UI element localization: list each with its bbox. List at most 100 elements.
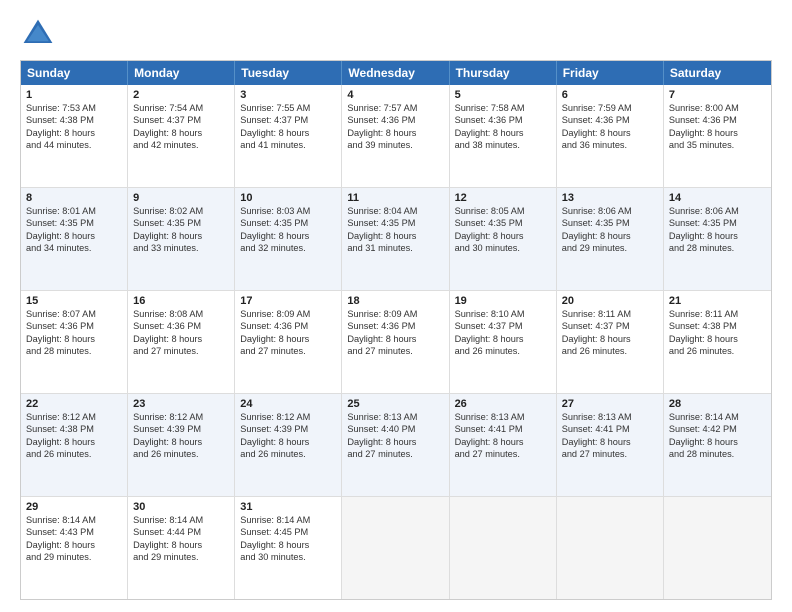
day-cell-11: 11Sunrise: 8:04 AMSunset: 4:35 PMDayligh…	[342, 188, 449, 290]
day-info-line: Daylight: 8 hours	[240, 539, 336, 551]
day-info-line: Sunrise: 8:12 AM	[26, 411, 122, 423]
day-info-line: Sunset: 4:38 PM	[26, 423, 122, 435]
day-info-line: Sunset: 4:37 PM	[240, 114, 336, 126]
day-info-line: Sunrise: 8:00 AM	[669, 102, 766, 114]
day-info-line: Sunrise: 7:54 AM	[133, 102, 229, 114]
day-number: 7	[669, 89, 766, 101]
empty-cell	[342, 497, 449, 599]
empty-cell	[450, 497, 557, 599]
day-number: 31	[240, 501, 336, 513]
day-number: 25	[347, 398, 443, 410]
calendar-row-4: 22Sunrise: 8:12 AMSunset: 4:38 PMDayligh…	[21, 394, 771, 497]
day-info-line: Sunrise: 8:04 AM	[347, 205, 443, 217]
day-info-line: Daylight: 8 hours	[455, 333, 551, 345]
day-number: 22	[26, 398, 122, 410]
day-info-line: and 35 minutes.	[669, 139, 766, 151]
day-cell-25: 25Sunrise: 8:13 AMSunset: 4:40 PMDayligh…	[342, 394, 449, 496]
day-cell-1: 1Sunrise: 7:53 AMSunset: 4:38 PMDaylight…	[21, 85, 128, 187]
day-header-thursday: Thursday	[450, 61, 557, 85]
day-info-line: and 28 minutes.	[669, 448, 766, 460]
day-number: 27	[562, 398, 658, 410]
day-info-line: and 34 minutes.	[26, 242, 122, 254]
day-info-line: and 28 minutes.	[669, 242, 766, 254]
day-number: 19	[455, 295, 551, 307]
day-info-line: Daylight: 8 hours	[240, 127, 336, 139]
day-info-line: Daylight: 8 hours	[133, 127, 229, 139]
day-number: 6	[562, 89, 658, 101]
day-info-line: and 38 minutes.	[455, 139, 551, 151]
day-number: 15	[26, 295, 122, 307]
day-cell-22: 22Sunrise: 8:12 AMSunset: 4:38 PMDayligh…	[21, 394, 128, 496]
day-info-line: Daylight: 8 hours	[240, 230, 336, 242]
day-number: 21	[669, 295, 766, 307]
day-number: 4	[347, 89, 443, 101]
day-info-line: and 27 minutes.	[455, 448, 551, 460]
day-info-line: and 26 minutes.	[240, 448, 336, 460]
day-info-line: Sunrise: 8:07 AM	[26, 308, 122, 320]
day-info-line: Daylight: 8 hours	[26, 539, 122, 551]
day-info-line: Sunrise: 8:06 AM	[562, 205, 658, 217]
day-cell-9: 9Sunrise: 8:02 AMSunset: 4:35 PMDaylight…	[128, 188, 235, 290]
calendar-row-3: 15Sunrise: 8:07 AMSunset: 4:36 PMDayligh…	[21, 291, 771, 394]
day-cell-29: 29Sunrise: 8:14 AMSunset: 4:43 PMDayligh…	[21, 497, 128, 599]
day-info-line: Sunset: 4:37 PM	[562, 320, 658, 332]
day-info-line: Daylight: 8 hours	[26, 436, 122, 448]
day-info-line: Sunrise: 7:58 AM	[455, 102, 551, 114]
day-number: 23	[133, 398, 229, 410]
day-info-line: and 27 minutes.	[347, 448, 443, 460]
day-info-line: Sunset: 4:38 PM	[26, 114, 122, 126]
empty-cell	[664, 497, 771, 599]
day-info-line: Sunset: 4:37 PM	[455, 320, 551, 332]
day-info-line: Daylight: 8 hours	[669, 230, 766, 242]
day-info-line: Daylight: 8 hours	[562, 127, 658, 139]
day-number: 5	[455, 89, 551, 101]
day-info-line: and 26 minutes.	[669, 345, 766, 357]
day-info-line: Daylight: 8 hours	[562, 436, 658, 448]
day-header-friday: Friday	[557, 61, 664, 85]
day-info-line: Sunset: 4:35 PM	[347, 217, 443, 229]
day-info-line: Sunset: 4:41 PM	[455, 423, 551, 435]
day-header-sunday: Sunday	[21, 61, 128, 85]
day-info-line: and 29 minutes.	[133, 551, 229, 563]
day-info-line: Sunrise: 8:11 AM	[669, 308, 766, 320]
day-info-line: Daylight: 8 hours	[347, 436, 443, 448]
day-number: 28	[669, 398, 766, 410]
day-info-line: Sunset: 4:35 PM	[240, 217, 336, 229]
day-info-line: Daylight: 8 hours	[455, 230, 551, 242]
day-number: 2	[133, 89, 229, 101]
day-info-line: Sunset: 4:35 PM	[669, 217, 766, 229]
day-info-line: Sunset: 4:39 PM	[240, 423, 336, 435]
day-number: 12	[455, 192, 551, 204]
day-header-tuesday: Tuesday	[235, 61, 342, 85]
day-info-line: and 30 minutes.	[240, 551, 336, 563]
day-info-line: Sunrise: 7:55 AM	[240, 102, 336, 114]
day-cell-3: 3Sunrise: 7:55 AMSunset: 4:37 PMDaylight…	[235, 85, 342, 187]
day-info-line: Sunrise: 8:05 AM	[455, 205, 551, 217]
day-info-line: Sunset: 4:36 PM	[347, 114, 443, 126]
day-info-line: Daylight: 8 hours	[562, 333, 658, 345]
day-info-line: Sunrise: 8:09 AM	[347, 308, 443, 320]
day-info-line: and 27 minutes.	[240, 345, 336, 357]
day-cell-18: 18Sunrise: 8:09 AMSunset: 4:36 PMDayligh…	[342, 291, 449, 393]
day-info-line: and 27 minutes.	[347, 345, 443, 357]
day-info-line: Daylight: 8 hours	[133, 539, 229, 551]
day-info-line: Sunrise: 8:03 AM	[240, 205, 336, 217]
day-info-line: and 27 minutes.	[133, 345, 229, 357]
day-info-line: Daylight: 8 hours	[347, 333, 443, 345]
day-cell-17: 17Sunrise: 8:09 AMSunset: 4:36 PMDayligh…	[235, 291, 342, 393]
logo	[20, 16, 60, 52]
day-cell-30: 30Sunrise: 8:14 AMSunset: 4:44 PMDayligh…	[128, 497, 235, 599]
day-info-line: Sunset: 4:40 PM	[347, 423, 443, 435]
day-info-line: Sunrise: 8:09 AM	[240, 308, 336, 320]
day-number: 1	[26, 89, 122, 101]
day-cell-8: 8Sunrise: 8:01 AMSunset: 4:35 PMDaylight…	[21, 188, 128, 290]
day-info-line: Sunset: 4:35 PM	[133, 217, 229, 229]
day-cell-26: 26Sunrise: 8:13 AMSunset: 4:41 PMDayligh…	[450, 394, 557, 496]
day-info-line: Sunset: 4:38 PM	[669, 320, 766, 332]
day-info-line: and 29 minutes.	[26, 551, 122, 563]
day-info-line: and 27 minutes.	[562, 448, 658, 460]
day-info-line: Daylight: 8 hours	[562, 230, 658, 242]
day-info-line: Sunrise: 8:12 AM	[240, 411, 336, 423]
day-info-line: Sunrise: 8:14 AM	[26, 514, 122, 526]
day-info-line: Sunrise: 8:13 AM	[347, 411, 443, 423]
